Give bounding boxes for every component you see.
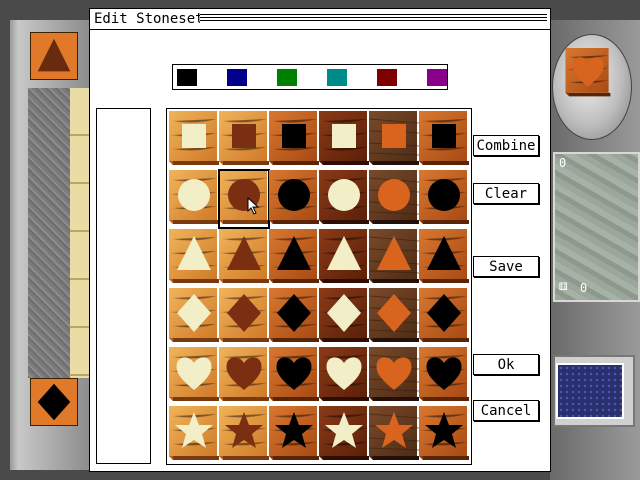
cancel-button[interactable]: Cancel xyxy=(473,400,539,421)
stone-star-1[interactable] xyxy=(169,406,219,464)
stone-triangle-3[interactable] xyxy=(269,229,319,287)
game-board-granite-column xyxy=(28,88,73,378)
color-swatch-purple[interactable] xyxy=(427,69,447,86)
stone-square-3[interactable] xyxy=(269,111,319,169)
score-bottom: 0 xyxy=(580,281,588,295)
stone-heart-3[interactable] xyxy=(269,347,319,405)
stone-heart-4[interactable] xyxy=(319,347,369,405)
ok-button[interactable]: Ok xyxy=(473,354,539,375)
color-palette xyxy=(172,64,448,90)
stone-star-3[interactable] xyxy=(269,406,319,464)
title-bar-stripes xyxy=(200,14,547,23)
color-swatch-dark-red[interactable] xyxy=(377,69,397,86)
color-swatch-navy[interactable] xyxy=(227,69,247,86)
stone-star-2[interactable] xyxy=(219,406,269,464)
stone-diamond-5[interactable] xyxy=(369,288,419,346)
stone-square-2[interactable] xyxy=(219,111,269,169)
clear-button[interactable]: Clear xyxy=(473,183,539,204)
stone-triangle-4[interactable] xyxy=(319,229,369,287)
stone-triangle-6[interactable] xyxy=(419,229,469,287)
stone-diamond-1[interactable] xyxy=(169,288,219,346)
stone-circle-2[interactable] xyxy=(218,169,270,229)
color-swatch-black[interactable] xyxy=(177,69,197,86)
stone-circle-5[interactable] xyxy=(369,170,419,228)
stone-square-4[interactable] xyxy=(319,111,369,169)
stone-heart-1[interactable] xyxy=(169,347,219,405)
stone-heart-2[interactable] xyxy=(219,347,269,405)
stone-heart-6[interactable] xyxy=(419,347,469,405)
next-stone xyxy=(565,48,611,100)
score-top: 0 xyxy=(559,156,567,170)
stone-diamond-6[interactable] xyxy=(419,288,469,346)
stone-grid xyxy=(166,108,472,465)
stone-star-6[interactable] xyxy=(419,406,469,464)
stone-circle-3[interactable] xyxy=(269,170,319,228)
combine-button[interactable]: Combine xyxy=(473,135,539,156)
board-tile[interactable] xyxy=(30,378,78,426)
stone-star-4[interactable] xyxy=(319,406,369,464)
stone-triangle-2[interactable] xyxy=(219,229,269,287)
save-button[interactable]: Save xyxy=(473,256,539,277)
stone-square-1[interactable] xyxy=(169,111,219,169)
stone-circle-1[interactable] xyxy=(169,170,219,228)
board-tile[interactable] xyxy=(30,32,78,80)
deck-icon[interactable] xyxy=(556,363,624,419)
dialog-title: Edit Stoneset xyxy=(94,11,204,27)
stone-heart-5[interactable] xyxy=(369,347,419,405)
stone-triangle-5[interactable] xyxy=(369,229,419,287)
stone-diamond-2[interactable] xyxy=(219,288,269,346)
stone-diamond-4[interactable] xyxy=(319,288,369,346)
stone-square-6[interactable] xyxy=(419,111,469,169)
stone-circle-6[interactable] xyxy=(419,170,469,228)
stone-circle-4[interactable] xyxy=(319,170,369,228)
edit-stoneset-dialog: Edit Stoneset Combine Clear Save Ok Canc… xyxy=(89,8,551,472)
color-swatch-green[interactable] xyxy=(277,69,297,86)
title-bar[interactable]: Edit Stoneset xyxy=(90,9,550,30)
color-swatch-teal[interactable] xyxy=(327,69,347,86)
tree-icon: ⚅ xyxy=(559,278,568,294)
stone-triangle-1[interactable] xyxy=(169,229,219,287)
stone-star-5[interactable] xyxy=(369,406,419,464)
stone-diamond-3[interactable] xyxy=(269,288,319,346)
stone-square-5[interactable] xyxy=(369,111,419,169)
stone-preview-box xyxy=(96,108,151,464)
